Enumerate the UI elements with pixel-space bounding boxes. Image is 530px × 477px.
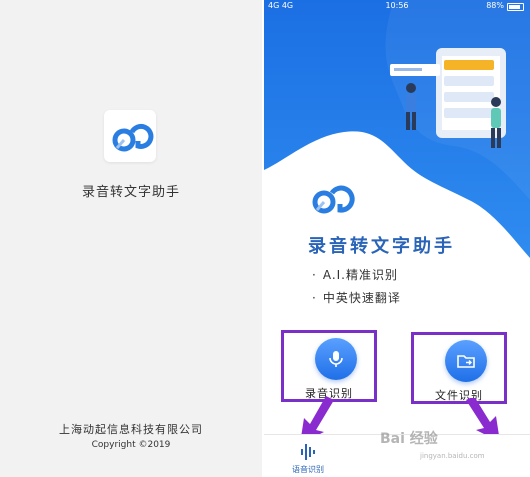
app-logo-icon: [104, 110, 156, 162]
copyright-text: Copyright ©2019: [91, 440, 171, 450]
watermark: Bai 经验: [380, 431, 438, 447]
company-name: 上海动起信息科技有限公司: [59, 423, 203, 436]
waveform-icon: [301, 444, 315, 460]
tab-voice-recognition-label: 语音识别: [292, 465, 324, 474]
splash-app-name: 录音转文字助手: [81, 185, 180, 200]
watermark-url: jingyan.baidu.com: [420, 452, 485, 460]
feature-item: · 中英快速翻译: [312, 291, 401, 305]
file-recognition-button[interactable]: 文件识别: [411, 332, 507, 404]
app-title: 录音转文字助手: [308, 236, 455, 257]
splash-screen: 录音转文字助手 上海动起信息科技有限公司 Copyright ©2019: [0, 0, 262, 477]
feature-item: · A.I.精准识别: [312, 268, 398, 282]
app-logo-icon: [312, 185, 355, 214]
hero-illustration: [390, 48, 506, 148]
tab-voice-recognition[interactable]: 语音识别: [288, 441, 328, 475]
microphone-icon: [315, 338, 357, 380]
home-screen: 4G 4G 10:56 88% 录音转文字助手 · A.I.精准识别 · 中英快…: [264, 0, 530, 477]
folder-icon: [445, 340, 487, 382]
voice-recognition-button[interactable]: 录音识别: [281, 330, 377, 402]
